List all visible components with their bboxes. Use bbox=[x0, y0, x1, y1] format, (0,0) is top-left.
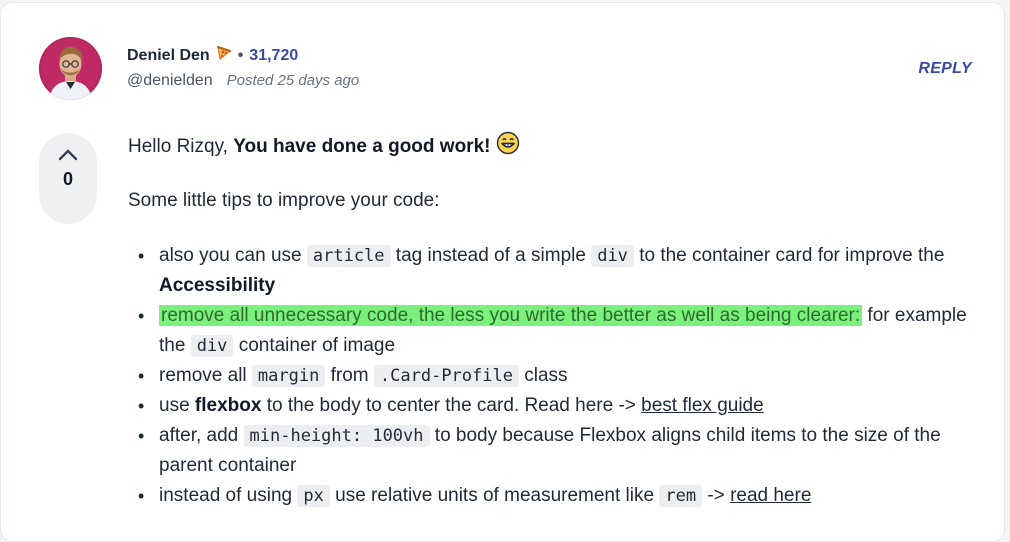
comment-body: Hello Rizqy, You have done a good work! … bbox=[128, 131, 978, 511]
tip-text: remove all bbox=[159, 365, 252, 386]
comment-card: Deniel Den • 31,720 @denielden Posted 25… bbox=[0, 2, 1005, 542]
greeting-bold: You have done a good work! bbox=[233, 136, 491, 157]
best-flex-guide-link[interactable]: best flex guide bbox=[641, 395, 764, 416]
reply-button[interactable]: REPLY bbox=[918, 60, 972, 78]
author-score: 31,720 bbox=[249, 46, 299, 64]
grinning-face-icon bbox=[496, 131, 520, 165]
bold-text: Accessibility bbox=[159, 275, 276, 296]
tip-text: tag instead of a simple bbox=[390, 245, 592, 266]
vote-widget: 0 bbox=[39, 133, 97, 224]
separator-dot: • bbox=[237, 46, 244, 64]
greeting: Hello Rizqy, You have done a good work! bbox=[128, 131, 978, 161]
read-here-link[interactable]: read here bbox=[730, 485, 811, 506]
pizza-icon bbox=[216, 45, 232, 66]
tip-text: from bbox=[325, 365, 374, 386]
author-name[interactable]: Deniel Den bbox=[127, 47, 210, 65]
tips-list: also you can use article tag instead of … bbox=[128, 241, 978, 511]
inline-code: min-height: 100vh bbox=[243, 425, 430, 447]
author-handle[interactable]: @denielden bbox=[127, 72, 213, 90]
author-line: Deniel Den • 31,720 bbox=[127, 45, 298, 66]
author-meta: @denielden Posted 25 days ago bbox=[127, 72, 359, 90]
tip-text: container of image bbox=[233, 335, 396, 356]
tip-text: to the container card for improve the bbox=[633, 245, 945, 266]
avatar[interactable] bbox=[39, 37, 102, 100]
list-item: after, add min-height: 100vh to body bec… bbox=[128, 421, 978, 481]
tip-text: class bbox=[518, 365, 568, 386]
list-item: remove all unnecessary code, the less yo… bbox=[128, 301, 978, 361]
tip-text: to the body to center the card. Read her… bbox=[261, 395, 642, 416]
vote-count: 0 bbox=[62, 169, 73, 189]
list-item: remove all margin from .Card-Profile cla… bbox=[128, 361, 978, 391]
tips-intro: Some little tips to improve your code: bbox=[128, 190, 440, 211]
inline-code: .Card-Profile bbox=[373, 365, 519, 387]
tip-text: instead of using bbox=[159, 485, 298, 506]
tip-text: use relative units of measurement like bbox=[329, 485, 660, 506]
inline-code: px bbox=[297, 485, 330, 507]
inline-code: rem bbox=[659, 485, 703, 507]
posted-time: Posted 25 days ago bbox=[226, 72, 360, 89]
list-item: use flexbox to the body to center the ca… bbox=[128, 391, 978, 421]
chevron-up-icon[interactable] bbox=[57, 147, 79, 163]
user-avatar-icon bbox=[39, 37, 102, 100]
tip-text: also you can use bbox=[159, 245, 307, 266]
inline-code: div bbox=[591, 245, 634, 267]
tip-text: -> bbox=[702, 485, 731, 506]
greeting-text: Hello Rizqy, bbox=[128, 136, 234, 157]
list-item: also you can use article tag instead of … bbox=[128, 241, 978, 301]
bold-text: flexbox bbox=[194, 395, 262, 416]
highlighted-text: remove all unnecessary code, the less yo… bbox=[159, 305, 863, 326]
inline-code: div bbox=[190, 335, 234, 357]
inline-code: margin bbox=[251, 365, 326, 387]
tip-text: after, add bbox=[159, 425, 244, 446]
list-item: instead of using px use relative units o… bbox=[128, 481, 978, 511]
inline-code: article bbox=[306, 245, 391, 267]
tip-text: use bbox=[159, 395, 195, 416]
